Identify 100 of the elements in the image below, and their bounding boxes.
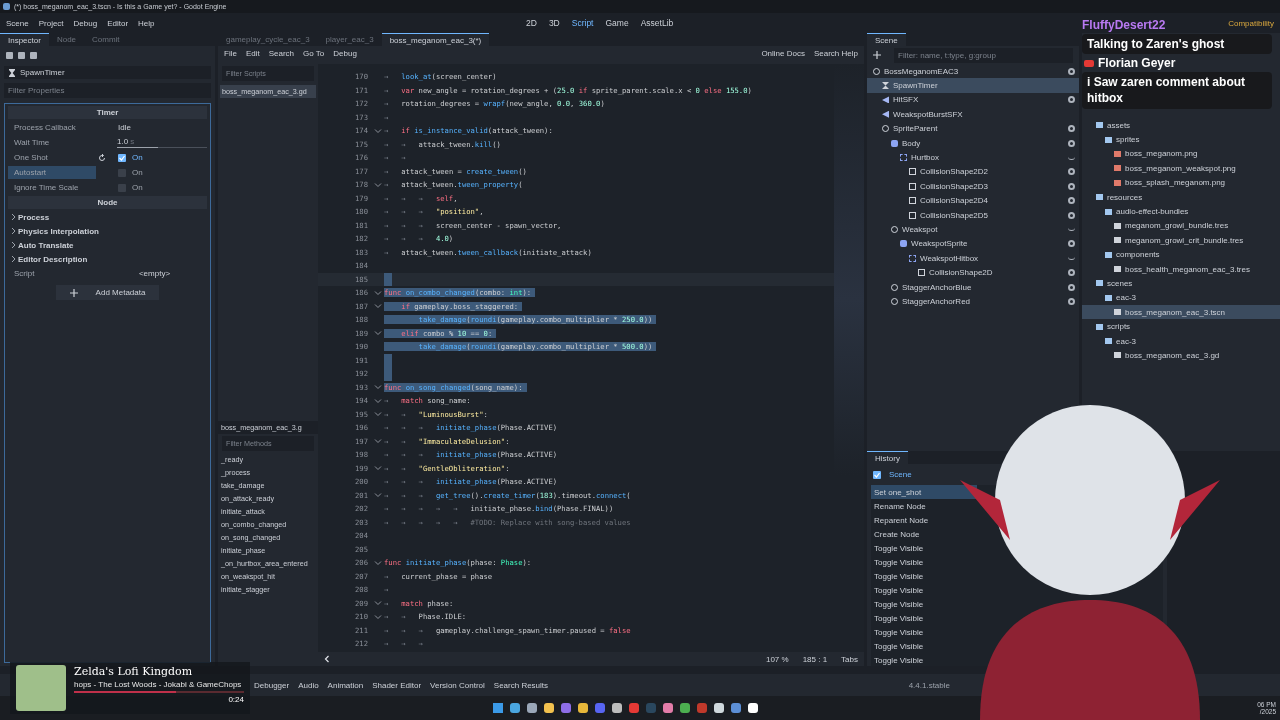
checkbox[interactable] <box>873 470 881 479</box>
visibility-icon[interactable] <box>1068 211 1075 219</box>
taskbar-app-icon[interactable] <box>747 703 758 713</box>
dock-tab[interactable]: Scene <box>867 33 906 46</box>
scene-filter-field[interactable]: Filter: name, t:type, g:group <box>894 47 1073 63</box>
scene-tree-item[interactable]: HitSFX <box>893 95 1064 105</box>
history-item[interactable]: Toggle Visible <box>871 541 977 555</box>
renderer-selector[interactable]: Compatibility <box>1228 18 1274 28</box>
start-menu-icon[interactable] <box>492 703 503 713</box>
node-name[interactable]: SpawnTimer <box>20 68 65 77</box>
checkbox[interactable] <box>118 153 126 162</box>
scene-tree-item[interactable]: Body <box>902 138 1064 148</box>
scene-tree-item[interactable]: CollisionShape2D5 <box>920 210 1064 220</box>
file-tree-item[interactable]: sprites <box>1116 135 1140 145</box>
menu-item[interactable]: Editor <box>107 18 129 28</box>
history-item[interactable]: Toggle Visible <box>871 653 977 666</box>
bottom-panel-tab[interactable]: Shader Editor <box>372 680 422 690</box>
menu-item[interactable]: Help <box>138 18 155 28</box>
file-tree-item[interactable]: eac-3 <box>1116 293 1136 303</box>
indent-mode[interactable]: Tabs <box>841 654 858 664</box>
history-item[interactable]: Toggle Visible <box>871 611 977 625</box>
visibility-icon[interactable] <box>1068 283 1075 291</box>
history-item[interactable]: Toggle Visible <box>871 625 977 639</box>
editor-menu-item[interactable]: Edit <box>245 49 260 61</box>
menu-item[interactable]: Project <box>38 18 64 28</box>
menu-item[interactable]: Scene <box>6 18 29 28</box>
visibility-icon[interactable] <box>1068 197 1075 205</box>
dock-tab[interactable]: Inspector <box>0 33 49 46</box>
history-item[interactable]: Create Node <box>871 527 977 541</box>
file-tree-item[interactable]: boss_health_meganom_eac_3.tres <box>1125 264 1250 274</box>
scene-tree-item[interactable]: CollisionShape2D2 <box>920 167 1064 177</box>
help-link[interactable]: Online Docs <box>761 49 805 61</box>
taskbar-app-icon[interactable] <box>679 703 690 713</box>
visibility-icon[interactable] <box>1068 240 1075 248</box>
script-dropdown[interactable]: <empty> <box>96 269 207 278</box>
scene-tree-item[interactable]: CollisionShape2D3 <box>920 181 1064 191</box>
visibility-icon[interactable] <box>1068 182 1075 190</box>
taskbar-app-icon[interactable] <box>509 703 520 713</box>
scene-tree-item[interactable]: StaggerAnchorBlue <box>902 282 1064 292</box>
process-callback-dropdown[interactable]: Idle <box>108 123 207 132</box>
editor-menu-item[interactable]: Debug <box>333 49 357 61</box>
taskbar-app-icon[interactable] <box>611 703 622 713</box>
visibility-icon[interactable] <box>1068 125 1075 133</box>
bottom-panel-tab[interactable]: Debugger <box>254 680 290 690</box>
bottom-panel-tab[interactable]: Animation <box>327 680 364 690</box>
visibility-icon[interactable] <box>1068 297 1075 305</box>
taskbar-app-icon[interactable] <box>713 703 724 713</box>
workspace-tab[interactable]: AssetLib <box>640 18 674 28</box>
file-tree-item[interactable]: audio-effect-bundles <box>1116 207 1189 217</box>
history-item[interactable]: Toggle Visible <box>871 555 977 569</box>
editor-menu-item[interactable]: Go To <box>303 49 325 61</box>
checkbox[interactable] <box>118 183 126 192</box>
file-tree-item[interactable]: boss_meganom_eac_3.gd <box>1125 350 1220 360</box>
filter-properties-field[interactable]: Filter Properties <box>4 83 211 98</box>
history-item[interactable]: Reparent Node <box>871 513 977 527</box>
property-group[interactable]: Auto Translate <box>18 240 74 250</box>
workspace-tab[interactable]: Script <box>571 18 594 28</box>
history-item[interactable]: Rename Node <box>871 499 977 513</box>
history-item[interactable]: Toggle Visible <box>871 597 977 611</box>
visibility-icon[interactable] <box>1068 96 1075 104</box>
add-node-icon[interactable] <box>873 51 881 59</box>
editor-menu-item[interactable]: Search <box>268 49 295 61</box>
visibility-icon[interactable] <box>1068 67 1075 75</box>
file-tab[interactable]: boss_meganom_eac_3(*) <box>381 33 490 46</box>
scene-tree-item[interactable]: BossMeganomEAC3 <box>884 66 1064 76</box>
workspace-tab[interactable]: Game <box>605 18 629 28</box>
taskbar-app-icon[interactable] <box>662 703 673 713</box>
visibility-icon[interactable] <box>1068 168 1075 176</box>
bottom-panel-tab[interactable]: Audio <box>298 680 319 690</box>
file-tree-item[interactable]: boss_meganom.png <box>1125 149 1198 159</box>
section-header[interactable]: Timer <box>8 106 207 119</box>
property-group[interactable]: Process <box>18 212 50 222</box>
workspace-tab[interactable]: 3D <box>548 18 560 28</box>
scene-tree-item[interactable]: WeakspotBurstSFX <box>893 109 1075 119</box>
add-metadata-button[interactable]: Add Metadata <box>55 285 160 300</box>
scene-tree-item[interactable]: WeakspotSprite <box>911 239 1064 249</box>
help-link[interactable]: Search Help <box>813 49 858 61</box>
file-tree-item[interactable]: meganom_growl_bundle.tres <box>1125 221 1229 231</box>
taskbar-app-icon[interactable] <box>577 703 588 713</box>
taskbar-app-icon[interactable] <box>526 703 537 713</box>
checkbox[interactable] <box>118 168 126 177</box>
revert-icon[interactable] <box>98 153 106 162</box>
dock-tab[interactable]: History <box>867 451 908 464</box>
scene-tree-item[interactable]: StaggerAnchorRed <box>902 296 1064 306</box>
taskbar-app-icon[interactable] <box>543 703 554 713</box>
bottom-panel-tab[interactable]: Search Results <box>493 680 549 690</box>
file-tree-item[interactable]: assets <box>1107 120 1131 130</box>
scene-tree-item[interactable]: Hurtbox <box>911 153 1064 163</box>
file-tree-item[interactable]: meganom_growl_crit_bundle.tres <box>1125 235 1244 245</box>
history-item[interactable]: Toggle Visible <box>871 639 977 653</box>
scene-tree-item[interactable]: CollisionShape2D4 <box>920 196 1064 206</box>
editor-menu-item[interactable]: File <box>224 49 237 61</box>
file-tree-item[interactable]: resources <box>1107 192 1143 202</box>
bottom-panel-tab[interactable]: Version Control <box>430 680 485 690</box>
visibility-icon[interactable] <box>1068 139 1075 147</box>
file-tree-item[interactable]: eac-3 <box>1116 336 1136 346</box>
scene-tree-item[interactable]: Weakspot <box>902 225 1064 234</box>
history-item[interactable]: Toggle Visible <box>871 583 977 597</box>
property-group[interactable]: Editor Description <box>18 254 88 264</box>
file-tree-item[interactable]: scripts <box>1107 322 1131 332</box>
